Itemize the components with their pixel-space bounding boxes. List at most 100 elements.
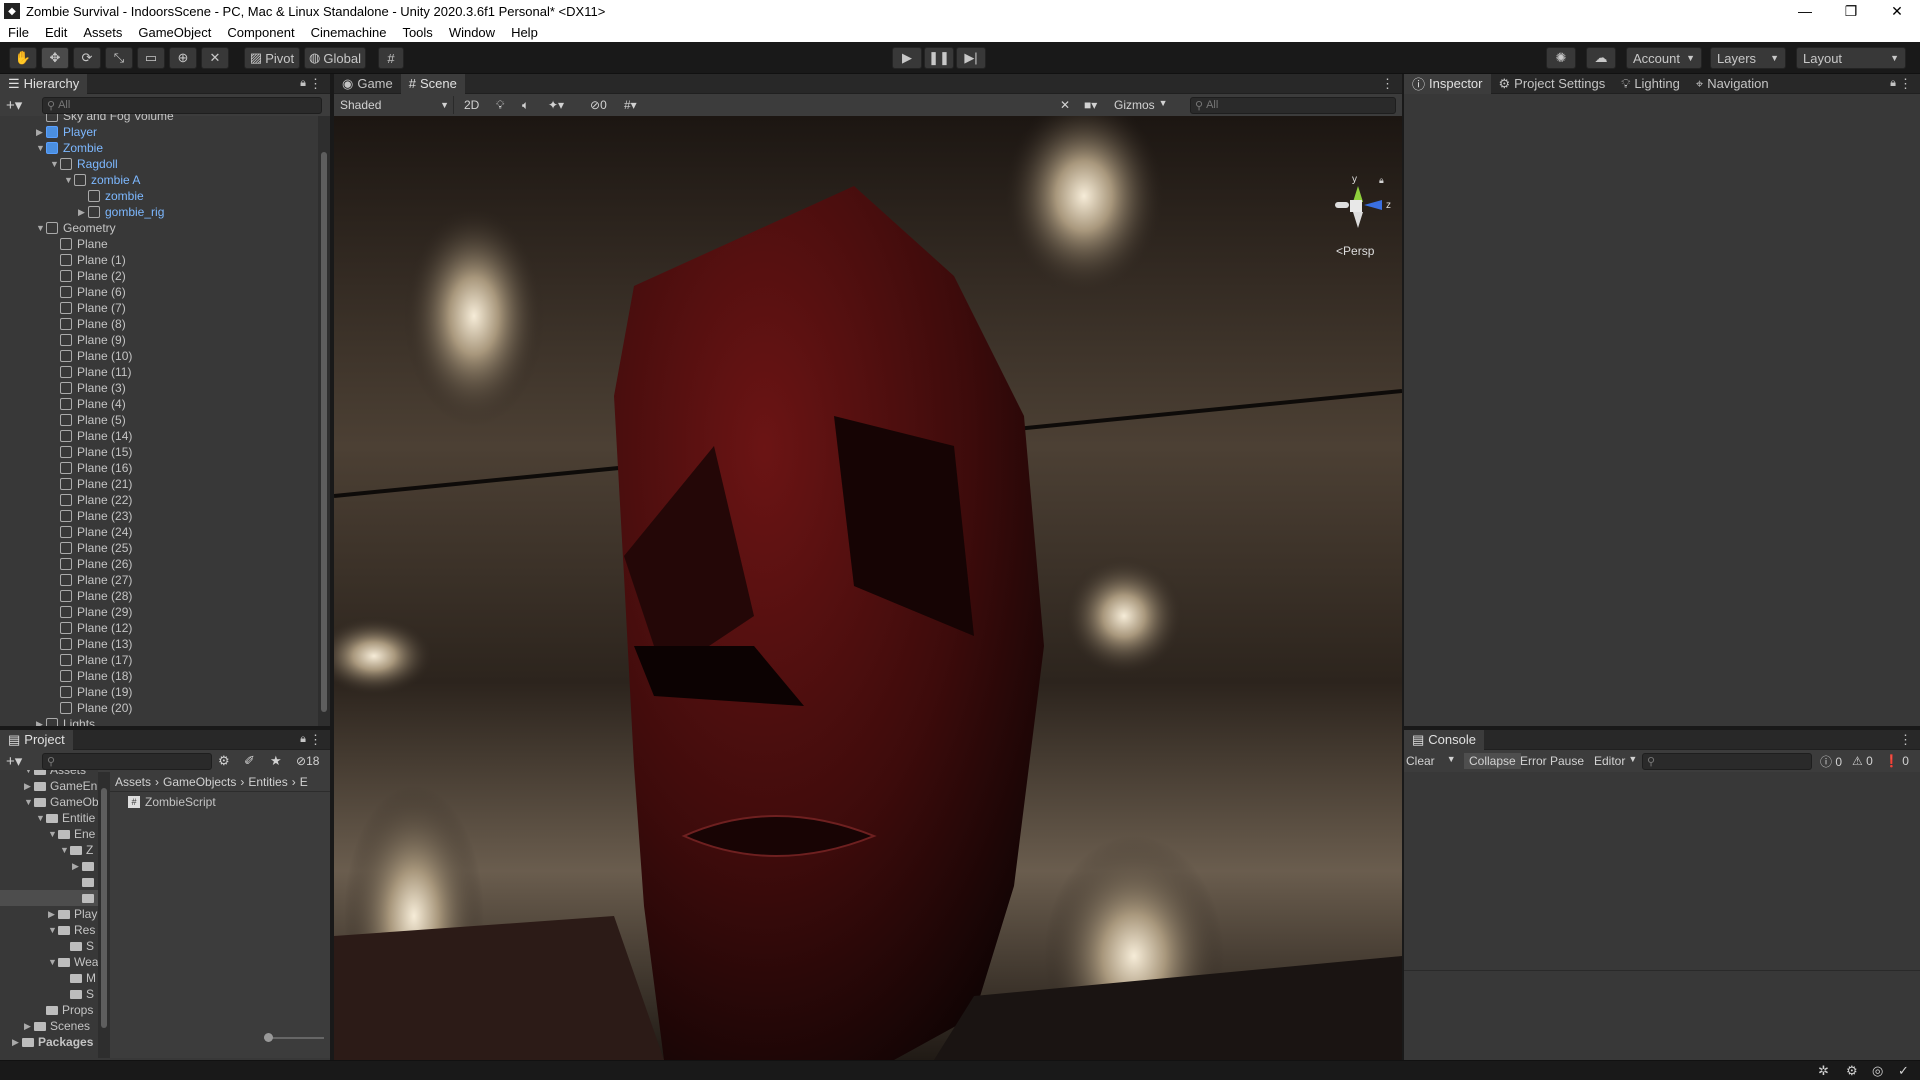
folder-arrow-icon[interactable]: ▶ xyxy=(12,1034,22,1050)
shading-mode-dropdown[interactable]: Shaded ▼ xyxy=(336,96,454,114)
expand-arrow-icon[interactable]: ▼ xyxy=(36,220,46,236)
cache-icon[interactable]: ◎ xyxy=(1872,1063,1883,1079)
audio-toggle-icon[interactable]: 🔈︎ xyxy=(522,98,529,113)
play-button[interactable]: ▶ xyxy=(892,47,922,69)
folder-arrow-icon[interactable]: ▼ xyxy=(24,770,34,778)
hierarchy-item[interactable]: Plane (18) xyxy=(50,668,132,684)
hierarchy-item[interactable]: Plane xyxy=(50,236,108,252)
hierarchy-item[interactable]: Plane (14) xyxy=(50,428,132,444)
hierarchy-item[interactable]: Plane (4) xyxy=(50,396,126,412)
filter-type-icon[interactable]: ⚙ xyxy=(218,753,230,769)
tab-console[interactable]: ▤ Console xyxy=(1404,729,1484,750)
project-folder-item[interactable]: ▼ Ene xyxy=(48,826,95,842)
breadcrumb-enemies[interactable]: E xyxy=(300,775,308,789)
collapse-arrow-icon[interactable]: ▶ xyxy=(78,204,88,220)
project-folder-item[interactable]: ▶ Play xyxy=(48,906,97,922)
scene-search-input[interactable]: ⚲ All xyxy=(1190,96,1396,114)
hierarchy-item[interactable]: Plane (29) xyxy=(50,604,132,620)
rect-tool-icon[interactable]: ▭ xyxy=(137,47,165,69)
project-folder-item[interactable]: S xyxy=(60,938,94,954)
tab-inspector[interactable]: ⓘ Inspector xyxy=(1404,73,1491,94)
project-folder-item[interactable]: ▼ Res xyxy=(48,922,95,938)
hierarchy-item[interactable]: Plane (10) xyxy=(50,348,132,364)
progress-icon[interactable]: ⚙ xyxy=(1846,1063,1858,1079)
hierarchy-item[interactable]: Plane (12) xyxy=(50,620,132,636)
clear-dropdown[interactable]: Clear ▼ xyxy=(1406,754,1456,768)
effects-toggle-icon[interactable]: ✦▾ xyxy=(548,98,564,112)
folder-arrow-icon[interactable]: ▶ xyxy=(72,858,82,874)
axis-x-arrow[interactable] xyxy=(1335,202,1349,208)
check-icon[interactable]: ✓ xyxy=(1898,1063,1909,1079)
editor-dropdown[interactable]: Editor ▼ xyxy=(1594,754,1637,768)
folder-arrow-icon[interactable]: ▼ xyxy=(36,810,46,826)
hierarchy-item[interactable]: Plane (23) xyxy=(50,508,132,524)
folder-arrow-icon[interactable]: ▼ xyxy=(60,842,70,858)
project-folder-item[interactable]: Props xyxy=(36,1002,93,1018)
collapse-arrow-icon[interactable]: ▶ xyxy=(36,124,46,140)
hierarchy-item[interactable]: Plane (26) xyxy=(50,556,132,572)
cloud-icon[interactable]: ☁ xyxy=(1586,47,1616,69)
more-options-icon[interactable]: ⋮ xyxy=(1899,732,1912,748)
rotate-tool-icon[interactable]: ⟳ xyxy=(73,47,101,69)
project-tree-scrollbar[interactable] xyxy=(98,772,110,1058)
tab-hierarchy[interactable]: ☰ Hierarchy xyxy=(0,73,88,94)
hierarchy-item[interactable]: Plane (28) xyxy=(50,588,132,604)
hierarchy-item[interactable]: Plane (5) xyxy=(50,412,126,428)
hierarchy-item[interactable]: Plane (8) xyxy=(50,316,126,332)
menu-help[interactable]: Help xyxy=(503,25,546,40)
hierarchy-item[interactable]: Plane (3) xyxy=(50,380,126,396)
hierarchy-item[interactable]: Plane (15) xyxy=(50,444,132,460)
project-folder-item[interactable]: ▶ Scenes xyxy=(24,1018,90,1034)
hierarchy-item[interactable]: Plane (19) xyxy=(50,684,132,700)
project-folder-item[interactable]: ▶ Packages xyxy=(12,1034,93,1050)
folder-arrow-icon[interactable]: ▼ xyxy=(48,826,58,842)
folder-arrow-icon[interactable]: ▶ xyxy=(24,778,34,794)
lock-icon[interactable]: 🔒︎ xyxy=(300,733,306,746)
breadcrumb-assets[interactable]: Assets xyxy=(115,775,151,789)
project-folder-item[interactable] xyxy=(72,874,98,890)
hierarchy-item[interactable]: ▼ Ragdoll xyxy=(50,156,118,172)
hierarchy-item[interactable]: Plane (25) xyxy=(50,540,132,556)
grid-snap-icon[interactable]: # xyxy=(378,47,404,69)
hierarchy-item[interactable]: Plane (17) xyxy=(50,652,132,668)
pause-button[interactable]: ❚❚ xyxy=(924,47,954,69)
add-icon[interactable]: +▾ xyxy=(6,752,22,770)
folder-arrow-icon[interactable]: ▼ xyxy=(48,954,58,970)
project-folder-item[interactable]: ▼ Assets xyxy=(24,770,86,778)
grid-toggle-icon[interactable]: #▾ xyxy=(624,98,637,112)
menu-window[interactable]: Window xyxy=(441,25,503,40)
expand-arrow-icon[interactable]: ▼ xyxy=(64,172,74,188)
folder-arrow-icon[interactable]: ▶ xyxy=(48,906,58,922)
error-count[interactable]: ❗ 0 xyxy=(1884,754,1909,768)
warning-count[interactable]: ⚠ 0 xyxy=(1852,754,1873,768)
custom-tool-icon[interactable]: ✕ xyxy=(201,47,229,69)
hierarchy-item[interactable]: Plane (22) xyxy=(50,492,132,508)
minimize-button[interactable]: — xyxy=(1782,0,1828,22)
breadcrumb-gameobjects[interactable]: GameObjects xyxy=(163,775,236,789)
camera-icon[interactable]: ■▾ xyxy=(1084,98,1097,112)
lighting-toggle-icon[interactable]: 💡︎ xyxy=(496,98,504,113)
console-search-input[interactable]: ⚲ xyxy=(1642,752,1812,770)
hierarchy-item[interactable]: Sky and Fog Volume xyxy=(36,114,174,124)
tab-project[interactable]: ▤ Project xyxy=(0,729,73,750)
hierarchy-item[interactable]: Plane (21) xyxy=(50,476,132,492)
gizmo-center-cube[interactable] xyxy=(1350,200,1362,212)
hierarchy-item[interactable]: Plane (9) xyxy=(50,332,126,348)
folder-arrow-icon[interactable]: ▼ xyxy=(48,922,58,938)
menu-tools[interactable]: Tools xyxy=(394,25,440,40)
hierarchy-item[interactable]: Plane (13) xyxy=(50,636,132,652)
gizmos-dropdown[interactable]: Gizmos ▼ xyxy=(1114,98,1168,112)
slider-handle[interactable] xyxy=(264,1033,273,1042)
collapse-arrow-icon[interactable]: ▶ xyxy=(36,716,46,726)
project-folder-item[interactable]: ▼ Entitie xyxy=(36,810,95,826)
project-folder-item[interactable]: ▼ Wea xyxy=(48,954,98,970)
error-pause-button[interactable]: Error Pause xyxy=(1520,754,1584,768)
folder-arrow-icon[interactable]: ▶ xyxy=(24,1018,34,1034)
account-dropdown[interactable]: Account ▼ xyxy=(1626,47,1702,69)
filter-label-icon[interactable]: ✐ xyxy=(244,753,255,769)
add-icon[interactable]: +▾ xyxy=(6,96,22,114)
expand-arrow-icon[interactable]: ▼ xyxy=(50,156,60,172)
more-options-icon[interactable]: ⋮ xyxy=(309,732,322,748)
project-folder-item[interactable]: ▶ GameEn xyxy=(24,778,97,794)
collapse-button[interactable]: Collapse xyxy=(1464,753,1521,769)
